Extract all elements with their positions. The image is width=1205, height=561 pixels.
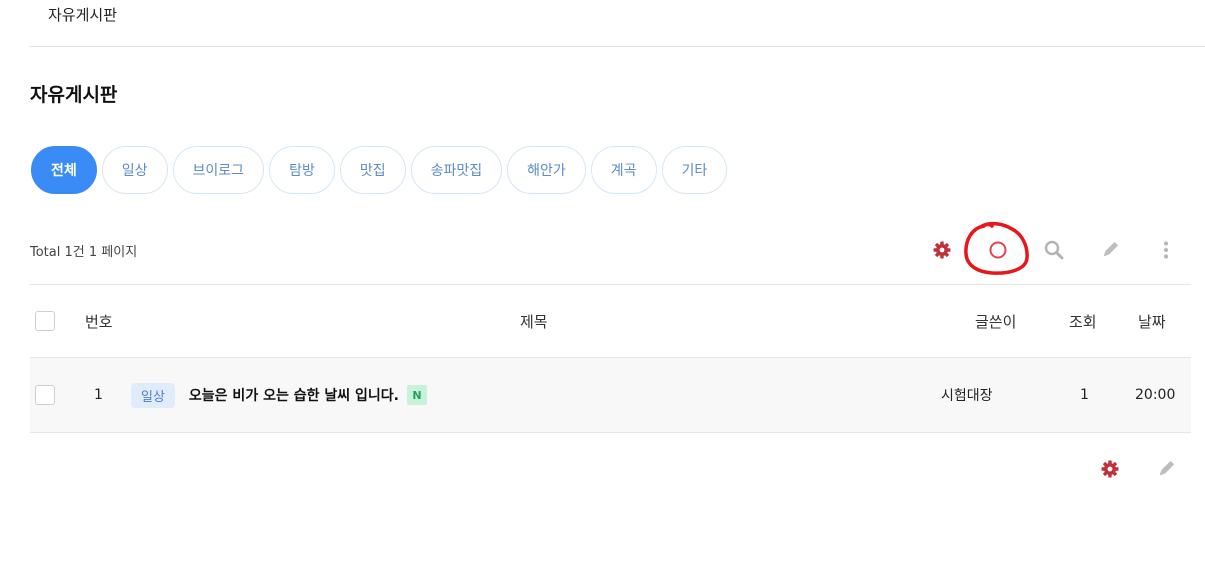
tab-valley[interactable]: 계곡 [590, 146, 657, 194]
table-header: 번호 제목 글쓴이 조회 날짜 [30, 285, 1191, 357]
tab-daily[interactable]: 일상 [101, 146, 168, 194]
header-no: 번호 [85, 312, 113, 331]
tab-coast[interactable]: 해안가 [507, 146, 586, 194]
pencil-icon [1103, 241, 1119, 257]
header-author: 글쓴이 [975, 312, 1017, 331]
gear-icon [1101, 460, 1119, 478]
row-author[interactable]: 시험대장 [941, 358, 993, 432]
page-title: 자유게시판 [30, 84, 118, 106]
admin-settings-button[interactable] [928, 236, 956, 264]
more-options-button[interactable] [1152, 236, 1180, 264]
breadcrumb: 자유게시판 [48, 6, 118, 24]
gear-icon [933, 241, 951, 259]
tab-all[interactable]: 전체 [31, 146, 97, 194]
row-views: 1 [1080, 387, 1089, 403]
header-divider [30, 46, 1205, 47]
bottom-toolbar [0, 455, 1205, 483]
header-date: 날짜 [1138, 312, 1166, 331]
admin-settings-button-bottom[interactable] [1096, 455, 1124, 483]
select-all-checkbox[interactable] [35, 311, 55, 331]
pencil-icon [1159, 460, 1175, 476]
annotation-circle [964, 221, 1029, 275]
tab-explore[interactable]: 탐방 [269, 146, 335, 194]
tab-songpa-restaurant[interactable]: 송파맛집 [410, 146, 503, 194]
header-views: 조회 [1069, 312, 1097, 331]
tab-vlog[interactable]: 브이로그 [172, 146, 265, 194]
category-tabs: 전체 일상 브이로그 탐방 맛집 송파맛집 해안가 계곡 기타 [31, 146, 728, 194]
more-vertical-icon [1164, 241, 1168, 259]
row-checkbox[interactable] [35, 385, 55, 405]
search-button[interactable] [1040, 236, 1068, 264]
header-subject: 제목 [520, 312, 548, 331]
table-bottom-border [30, 432, 1191, 433]
post-table: 번호 제목 글쓴이 조회 날짜 1 일상 오늘은 비가 오는 습한 날씨 입니다… [30, 284, 1191, 433]
category-badge[interactable]: 일상 [131, 382, 175, 408]
row-number: 1 [94, 387, 103, 403]
table-row: 1 일상 오늘은 비가 오는 습한 날씨 입니다. N 시험대장 1 20:00 [30, 358, 1191, 432]
tab-restaurant[interactable]: 맛집 [339, 146, 406, 194]
write-button[interactable] [1096, 236, 1124, 264]
new-badge: N [406, 385, 427, 405]
tab-etc[interactable]: 기타 [661, 146, 728, 194]
post-subject-link[interactable]: 오늘은 비가 오는 습한 날씨 입니다. [189, 385, 399, 405]
row-date: 20:00 [1135, 387, 1176, 403]
write-button-bottom[interactable] [1152, 455, 1180, 483]
search-icon [1044, 240, 1064, 260]
